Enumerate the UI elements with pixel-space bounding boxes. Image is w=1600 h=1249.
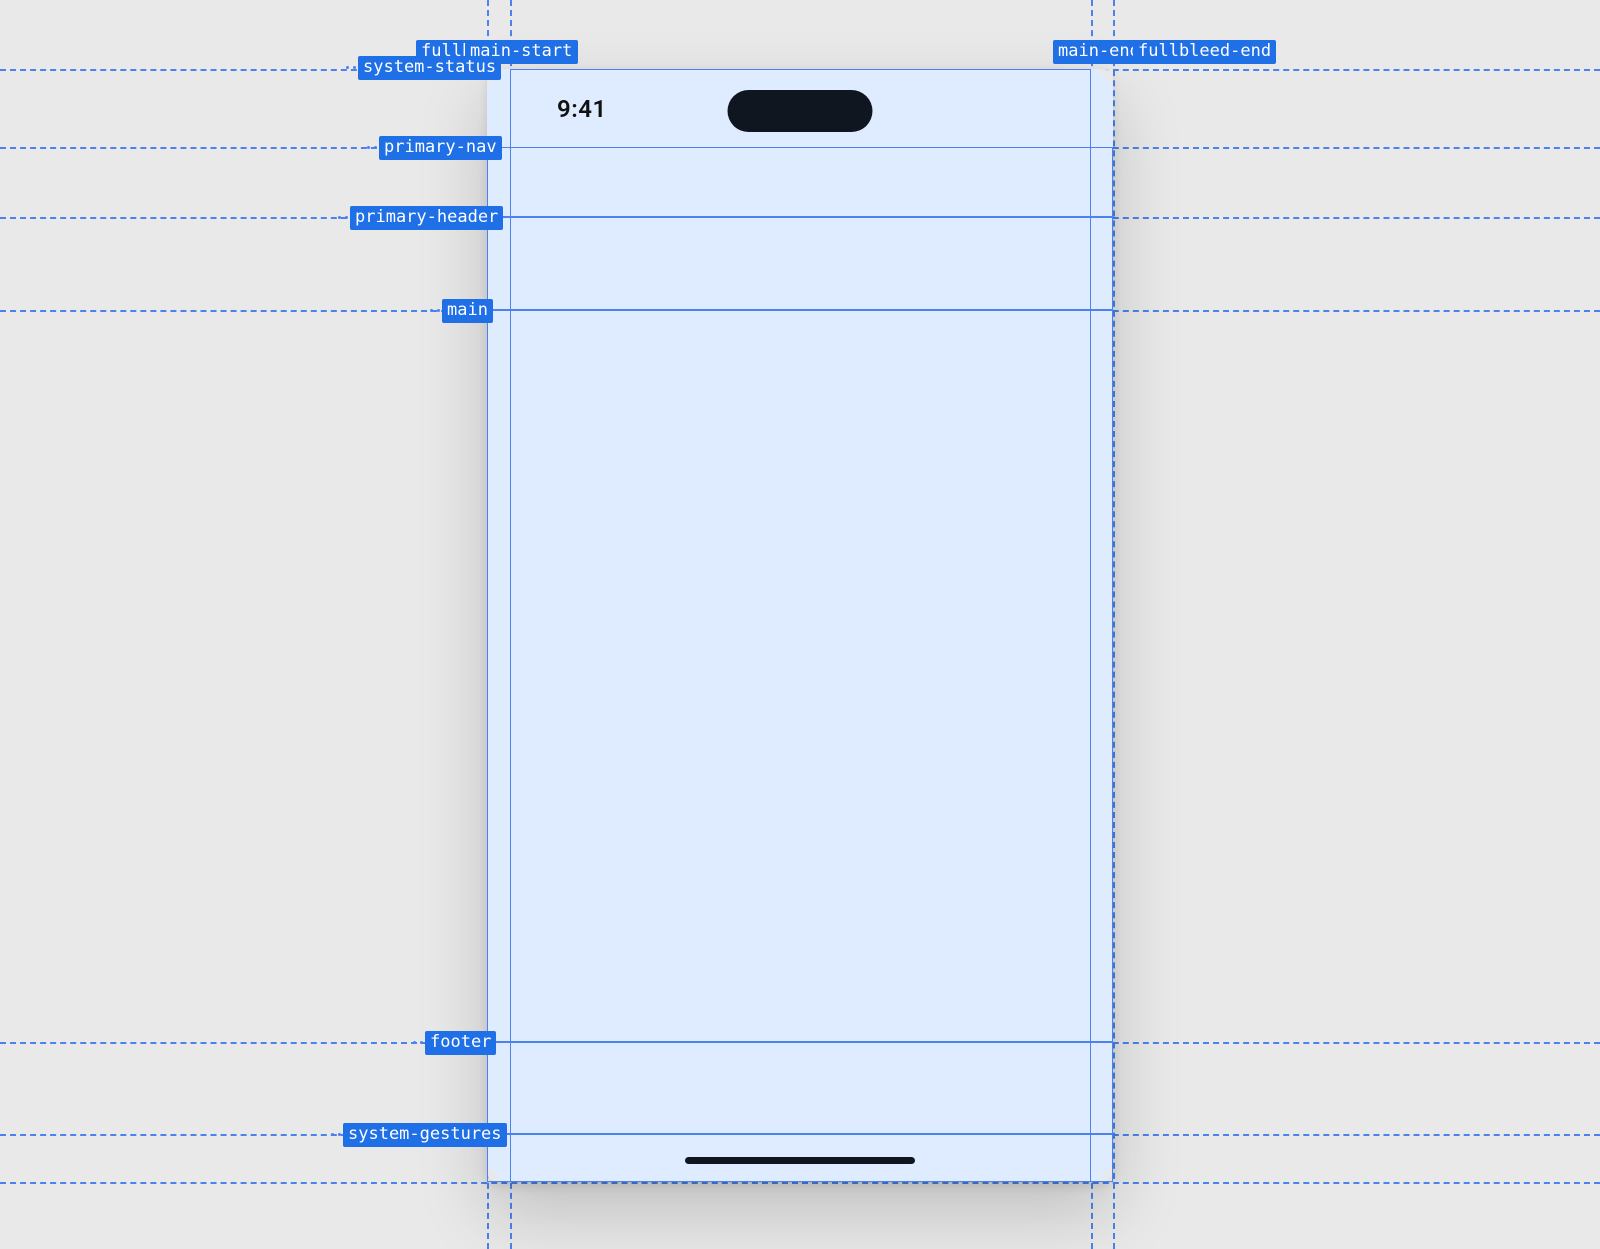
ticks-footer-l	[413, 1041, 423, 1044]
label-system-status: system-status	[358, 56, 501, 80]
ticks-primary-nav-l	[367, 146, 377, 149]
label-footer: footer	[425, 1031, 496, 1055]
label-main-end: main-end	[1053, 40, 1145, 64]
ticks-main-l	[430, 309, 440, 312]
ticks-system-status-l	[346, 66, 356, 69]
region-primary-header	[487, 217, 1113, 310]
phone-corner-br	[1096, 1165, 1113, 1182]
label-fullbleed-end: fullbleed-end	[1133, 40, 1276, 64]
label-primary-nav: primary-nav	[379, 136, 502, 160]
home-indicator	[685, 1157, 915, 1164]
dynamic-island	[728, 90, 873, 132]
ticks-primary-header-l	[338, 216, 348, 219]
phone-corner-bl	[487, 1165, 504, 1182]
ticks-gestures-l	[331, 1133, 341, 1136]
stage: 9:41 fullbleed-start main-start main-end…	[0, 0, 1600, 1249]
phone-frame: 9:41	[487, 69, 1113, 1182]
label-main: main	[442, 299, 493, 323]
status-bar: 9:41	[487, 69, 1113, 147]
region-footer	[487, 1042, 1113, 1134]
region-main-inset	[510, 69, 1091, 1182]
guide-v-fullbleed-end	[1113, 0, 1115, 1249]
guide-h-system-gestures	[0, 1182, 1600, 1184]
region-main	[487, 310, 1113, 1042]
status-time: 9:41	[557, 95, 607, 123]
label-system-gestures: system-gestures	[343, 1123, 507, 1147]
label-primary-header: primary-header	[350, 206, 503, 230]
region-primary-nav	[487, 147, 1113, 217]
